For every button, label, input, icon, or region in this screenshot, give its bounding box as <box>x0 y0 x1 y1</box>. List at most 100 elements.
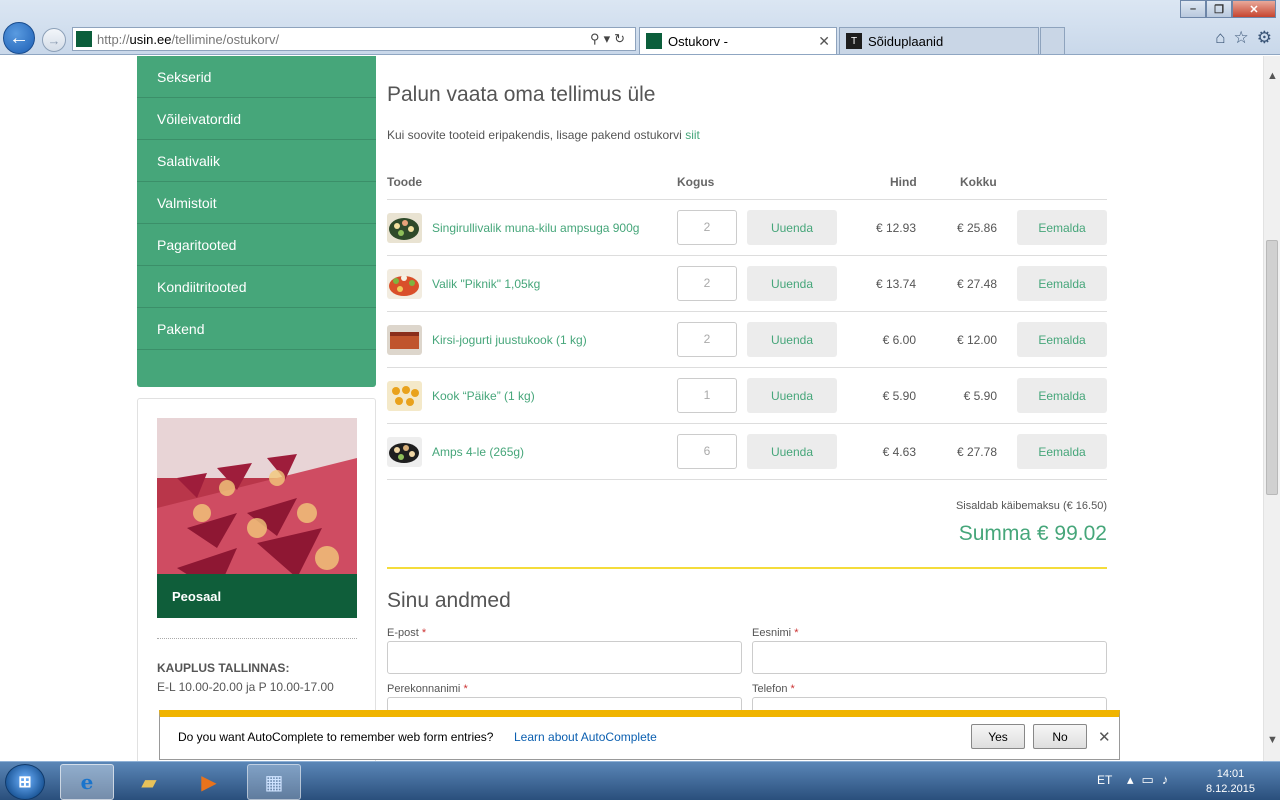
autocomplete-yes-button[interactable]: Yes <box>971 724 1025 749</box>
back-button[interactable]: ← <box>3 22 35 54</box>
close-tab-icon[interactable]: ✕ <box>818 33 830 50</box>
line-total: € 25.86 <box>956 221 997 235</box>
taskbar-explorer[interactable]: ▰ <box>122 764 176 800</box>
learn-autocomplete-link[interactable]: Learn about AutoComplete <box>514 730 657 744</box>
cart-row: Amps 4-le (265g) 6 Uuenda € 4.63 € 27.78… <box>387 424 1107 480</box>
product-name-link[interactable]: Kook “Päike” (1 kg) <box>432 389 535 403</box>
product-thumbnail[interactable] <box>387 213 422 243</box>
sidebar-item-label: Kondiitritooted <box>157 278 247 295</box>
page-title: Palun vaata oma tellimus üle <box>387 83 656 106</box>
label-text: E-post <box>387 627 419 639</box>
scroll-thumb[interactable] <box>1266 240 1278 495</box>
media-player-icon: ▶ <box>201 771 217 794</box>
volume-icon[interactable]: ♪ <box>1162 772 1177 787</box>
remove-button[interactable]: Eemalda <box>1017 266 1107 301</box>
vertical-scrollbar[interactable]: ▲ ▼ <box>1263 56 1280 761</box>
language-indicator[interactable]: ET <box>1097 773 1112 787</box>
unit-price: € 12.93 <box>875 221 916 235</box>
timetable-favicon-icon: T <box>846 33 862 49</box>
col-header-price: Hind <box>890 175 917 189</box>
firstname-field[interactable] <box>752 641 1107 674</box>
search-icon[interactable]: ⚲ <box>590 31 604 46</box>
update-button[interactable]: Uuenda <box>747 266 837 301</box>
sidebar-item-label: Valmistoit <box>157 194 217 211</box>
network-icon[interactable]: ▭ <box>1142 772 1162 787</box>
forward-button[interactable]: → <box>42 28 66 52</box>
sidebar-item-salativalik[interactable]: Salativalik <box>137 140 376 182</box>
sidebar-item-voileivatordid[interactable]: Võileivatordid <box>137 98 376 140</box>
shop-opening-hours: E-L 10.00-20.00 ja P 10.00-17.00 <box>157 680 334 694</box>
remove-button[interactable]: Eemalda <box>1017 322 1107 357</box>
dropdown-icon[interactable]: ▾ <box>604 31 615 46</box>
label-text: Eesnimi <box>752 627 792 639</box>
label-text: Telefon <box>752 683 788 695</box>
shop-location-title: KAUPLUS TALLINNAS: <box>157 661 290 675</box>
update-button[interactable]: Uuenda <box>747 378 837 413</box>
phone-label: Telefon * <box>752 683 795 695</box>
col-header-total: Kokku <box>960 175 997 189</box>
scroll-up-arrow-icon[interactable]: ▲ <box>1264 68 1280 85</box>
favorites-star-icon[interactable]: ☆ <box>1234 28 1249 48</box>
sidebar-item-sekserid[interactable]: Sekserid <box>137 56 376 98</box>
show-hidden-icons-icon[interactable]: ▴ <box>1127 772 1142 787</box>
autocomplete-no-button[interactable]: No <box>1033 724 1087 749</box>
home-icon[interactable]: ⌂ <box>1215 28 1225 48</box>
windows-logo-icon: ⊞ <box>18 774 32 791</box>
tab-ostukorv[interactable]: Ostukorv - ✕ <box>639 27 837 54</box>
remove-button[interactable]: Eemalda <box>1017 434 1107 469</box>
promo-caption[interactable]: Peosaal <box>157 574 357 618</box>
email-field[interactable] <box>387 641 742 674</box>
product-name-link[interactable]: Amps 4-le (265g) <box>432 445 524 459</box>
product-image <box>387 213 422 243</box>
product-thumbnail[interactable] <box>387 325 422 355</box>
start-button[interactable]: ⊞ <box>5 764 45 800</box>
packaging-link[interactable]: siit <box>685 128 700 142</box>
address-bar[interactable]: http://usin.ee/tellimine/ostukorv/ ⚲▾↻ <box>72 27 636 51</box>
col-header-qty: Kogus <box>677 175 715 189</box>
update-button[interactable]: Uuenda <box>747 434 837 469</box>
minimize-button[interactable]: – <box>1180 0 1206 18</box>
quantity-input[interactable]: 2 <box>677 266 737 301</box>
banquet-hall-image[interactable]: Peosaal <box>157 418 357 618</box>
taskbar-ie[interactable]: e <box>60 764 114 800</box>
product-name-link[interactable]: Kirsi-jogurti juustukook (1 kg) <box>432 333 587 347</box>
refresh-icon[interactable]: ↻ <box>614 31 629 46</box>
required-mark: * <box>421 627 427 639</box>
sidebar-item-pakend[interactable]: Pakend <box>137 308 376 350</box>
taskbar-media-player[interactable]: ▶ <box>182 764 236 800</box>
sidebar-item-valmistoit[interactable]: Valmistoit <box>137 182 376 224</box>
quantity-input[interactable]: 2 <box>677 322 737 357</box>
quantity-input[interactable]: 2 <box>677 210 737 245</box>
email-label: E-post * <box>387 627 426 639</box>
folder-icon: ▰ <box>141 771 157 794</box>
product-name-link[interactable]: Valik "Piknik" 1,05kg <box>432 277 540 291</box>
remove-button[interactable]: Eemalda <box>1017 210 1107 245</box>
product-thumbnail[interactable] <box>387 269 422 299</box>
site-favicon-icon <box>646 33 662 49</box>
back-arrow-icon: ← <box>9 26 29 49</box>
required-mark: * <box>794 627 799 639</box>
update-button[interactable]: Uuenda <box>747 322 837 357</box>
new-tab-button[interactable] <box>1040 27 1065 54</box>
settings-gear-icon[interactable]: ⚙ <box>1257 28 1272 48</box>
product-thumbnail[interactable] <box>387 381 422 411</box>
maximize-button[interactable]: ❐ <box>1206 0 1232 18</box>
product-thumbnail[interactable] <box>387 437 422 467</box>
update-button[interactable]: Uuenda <box>747 210 837 245</box>
sidebar-item-kondiitritooted[interactable]: Kondiitritooted <box>137 266 376 308</box>
scroll-down-arrow-icon[interactable]: ▼ <box>1264 732 1280 749</box>
sidebar-item-pagaritooted[interactable]: Pagaritooted <box>137 224 376 266</box>
clock[interactable]: 14:01 8.12.2015 <box>1206 767 1255 797</box>
address-url[interactable]: http://usin.ee/tellimine/ostukorv/ <box>97 32 590 47</box>
unit-price: € 6.00 <box>882 333 916 347</box>
category-sidebar: Sekserid Võileivatordid Salativalik Valm… <box>137 56 376 387</box>
remove-button[interactable]: Eemalda <box>1017 378 1107 413</box>
close-window-button[interactable]: ✕ <box>1232 0 1276 18</box>
close-icon[interactable]: ✕ <box>1098 728 1111 746</box>
taskbar-window[interactable]: ▦ <box>247 764 301 800</box>
quantity-input[interactable]: 6 <box>677 434 737 469</box>
quantity-input[interactable]: 1 <box>677 378 737 413</box>
product-image <box>387 437 422 467</box>
tab-soiduplaanid[interactable]: T Sõiduplaanid <box>839 27 1039 54</box>
product-name-link[interactable]: Singirullivalik muna-kilu ampsuga 900g <box>432 221 639 235</box>
